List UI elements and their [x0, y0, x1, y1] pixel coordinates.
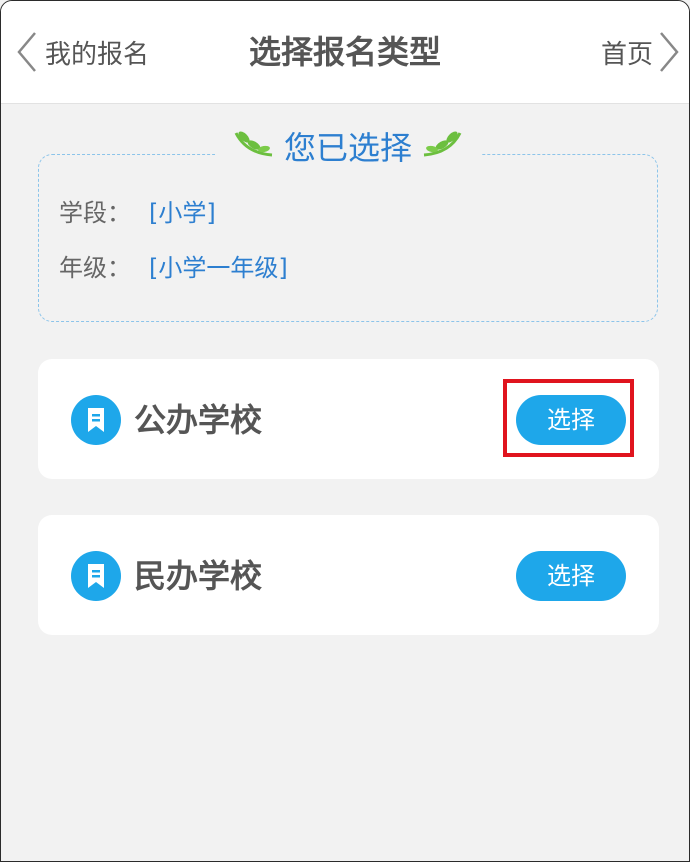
public-school-select-button[interactable]: 选择 — [516, 395, 626, 445]
private-school-card: 民办学校 选择 — [38, 515, 659, 635]
top-nav-bar: 我的报名 选择报名类型 首页 — [1, 1, 689, 104]
stage-label: 学段： — [59, 199, 131, 227]
public-school-label: 公办学校 — [134, 401, 263, 439]
home-button[interactable]: 首页 — [601, 29, 681, 75]
grade-value: [小学一年级] — [149, 254, 288, 282]
bookmark-icon — [71, 551, 121, 601]
stage-row: 学段： [小学] — [59, 198, 216, 228]
leaf-sprig-icon — [420, 127, 464, 165]
selected-heading: 您已选择 — [215, 121, 481, 171]
bookmark-icon — [71, 395, 121, 445]
grade-row: 年级： [小学一年级] — [59, 253, 288, 283]
selected-heading-text: 您已选择 — [283, 129, 412, 167]
chevron-right-icon — [657, 30, 681, 74]
page-title: 选择报名类型 — [248, 33, 441, 71]
home-label: 首页 — [600, 39, 653, 70]
private-school-select-button[interactable]: 选择 — [516, 551, 626, 601]
selected-summary-box — [38, 154, 658, 322]
grade-label: 年级： — [59, 254, 131, 282]
stage-value: [小学] — [149, 199, 216, 227]
private-school-label: 民办学校 — [134, 557, 263, 595]
public-school-card: 公办学校 选择 — [38, 359, 659, 479]
leaf-sprig-icon — [232, 127, 276, 165]
app-frame: 我的报名 选择报名类型 首页 您已选择 学段： [小学] 年级： [小学一年级]… — [0, 0, 690, 862]
